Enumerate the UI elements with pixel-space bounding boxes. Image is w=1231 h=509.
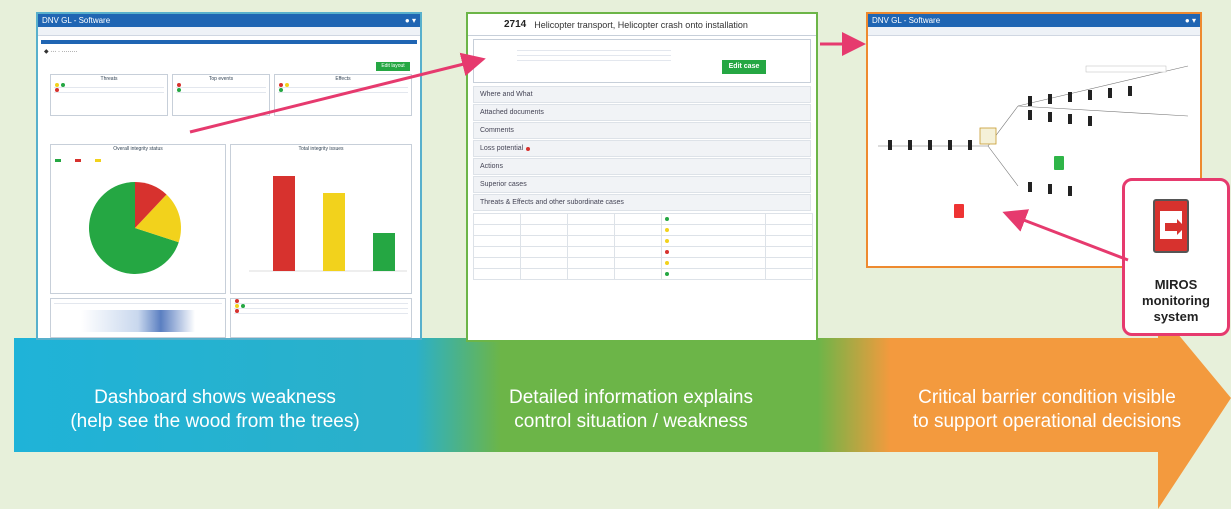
table-row[interactable] bbox=[472, 235, 814, 247]
table-row[interactable] bbox=[472, 246, 814, 258]
pie-chart-box: Overall integrity status bbox=[50, 144, 226, 294]
barrier-node bbox=[948, 140, 952, 150]
status-dot bbox=[665, 227, 670, 232]
top-events-header: Top events bbox=[208, 76, 234, 82]
barrier-node bbox=[1068, 114, 1072, 124]
barrier-node bbox=[1048, 112, 1052, 122]
miros-device-icon bbox=[1153, 199, 1189, 253]
miros-line1: MIROS bbox=[1154, 277, 1198, 292]
barrier-node bbox=[908, 140, 912, 150]
barrier-node bbox=[1108, 88, 1112, 98]
table-row[interactable] bbox=[472, 257, 814, 269]
section-attached-documents[interactable]: Attached documents bbox=[473, 104, 811, 121]
case-info-box: Edit case bbox=[473, 39, 811, 83]
edit-layout-button[interactable]: Edit layout bbox=[376, 62, 410, 71]
caption-dashboard: Dashboard shows weakness (help see the w… bbox=[20, 370, 410, 450]
barrier-node bbox=[1088, 116, 1092, 126]
status-dot bbox=[665, 249, 670, 254]
barrier-node bbox=[1068, 186, 1072, 196]
case-detail-screenshot: 2714 Helicopter transport, Helicopter cr… bbox=[466, 12, 818, 342]
section-where-what[interactable]: Where and What bbox=[473, 86, 811, 103]
effects-header: Effects bbox=[335, 76, 351, 82]
section-threats-effects[interactable]: Threats & Effects and other subordinate … bbox=[473, 194, 811, 211]
barrier-status-box bbox=[230, 298, 412, 338]
table-row[interactable] bbox=[472, 224, 814, 236]
dashboard-screenshot: DNV GL - Software ● ▾ ◆ ··· · ········ E… bbox=[36, 12, 422, 340]
bar-title: Total integrity issues bbox=[298, 146, 344, 152]
barrier-node bbox=[1048, 184, 1052, 194]
section-actions[interactable]: Actions bbox=[473, 158, 811, 175]
barrier-node bbox=[1128, 86, 1132, 96]
status-dot bbox=[665, 216, 670, 221]
case-header: 2714 Helicopter transport, Helicopter cr… bbox=[468, 14, 816, 36]
heatmap bbox=[81, 310, 195, 332]
diagram-title-bar: DNV GL - Software ● ▾ bbox=[868, 14, 1200, 27]
integrity-bar-chart bbox=[249, 176, 407, 272]
barrier-node bbox=[888, 140, 892, 150]
caption-3-line-2: to support operational decisions bbox=[912, 411, 1182, 432]
barrier-node bbox=[1028, 110, 1032, 120]
bar-2 bbox=[373, 233, 395, 271]
toolbar bbox=[38, 27, 420, 36]
status-table-box bbox=[50, 298, 226, 338]
app-title-bar: DNV GL - Software ● ▾ bbox=[38, 14, 420, 27]
barrier-node bbox=[1068, 92, 1072, 102]
top-events-box: Top events bbox=[172, 74, 270, 116]
effects-box: Effects bbox=[274, 74, 412, 116]
edit-case-button[interactable]: Edit case bbox=[722, 60, 766, 74]
barrier-node bbox=[968, 140, 972, 150]
diagram-user-menu[interactable]: ● ▾ bbox=[1185, 14, 1196, 27]
threats-box: Threats bbox=[50, 74, 168, 116]
caption-2-line-2: control situation / weakness bbox=[514, 411, 748, 432]
status-dot bbox=[665, 238, 670, 243]
pie-title: Overall integrity status bbox=[113, 146, 163, 152]
threats-header: Threats bbox=[100, 76, 118, 82]
barrier-node bbox=[1048, 94, 1052, 104]
app-title: DNV GL - Software bbox=[42, 16, 111, 25]
case-number: 2714 bbox=[504, 19, 527, 30]
caption-1-line-2: (help see the wood from the trees) bbox=[70, 411, 360, 432]
diagram-toolbar bbox=[868, 27, 1200, 36]
caption-2-line-1: Detailed information explains bbox=[509, 387, 753, 408]
barrier-node bbox=[1088, 90, 1092, 100]
caption-3-line-1: Critical barrier condition visible bbox=[918, 387, 1176, 408]
section-comments[interactable]: Comments bbox=[473, 122, 811, 139]
table-row[interactable] bbox=[472, 213, 814, 225]
alarm-arrow-icon bbox=[1165, 219, 1185, 235]
caption-detail: Detailed information explains control si… bbox=[446, 370, 816, 450]
case-title: Helicopter transport, Helicopter crash o… bbox=[534, 19, 748, 30]
header-strip bbox=[41, 40, 417, 44]
barrier-node bbox=[1028, 182, 1032, 192]
caption-barrier: Critical barrier condition visible to su… bbox=[862, 370, 1231, 450]
bar-1 bbox=[323, 193, 345, 271]
miros-label: MIROS monitoring system bbox=[1125, 277, 1227, 325]
miros-line3: system bbox=[1153, 309, 1199, 324]
section-loss-potential[interactable]: Loss potential bbox=[473, 140, 811, 157]
user-menu[interactable]: ● ▾ bbox=[405, 14, 416, 27]
dashboard-breadcrumb: ◆ ··· · ········ bbox=[44, 49, 78, 55]
section-superior-cases[interactable]: Superior cases bbox=[473, 176, 811, 193]
bar-chart-box: Total integrity issues bbox=[230, 144, 412, 294]
caption-1-line-1: Dashboard shows weakness bbox=[94, 387, 336, 408]
subordinate-cases-table bbox=[472, 213, 814, 280]
barrier-node bbox=[928, 140, 932, 150]
miros-line2: monitoring bbox=[1142, 293, 1210, 308]
table-row[interactable] bbox=[472, 268, 814, 280]
integrity-pie-chart bbox=[55, 159, 181, 274]
diagram-app-title: DNV GL - Software bbox=[872, 16, 941, 25]
barrier-node bbox=[1028, 96, 1032, 106]
status-dot bbox=[665, 260, 670, 265]
miros-callout: MIROS monitoring system bbox=[1122, 178, 1230, 336]
bar-0 bbox=[273, 176, 295, 271]
status-dot bbox=[665, 271, 670, 276]
